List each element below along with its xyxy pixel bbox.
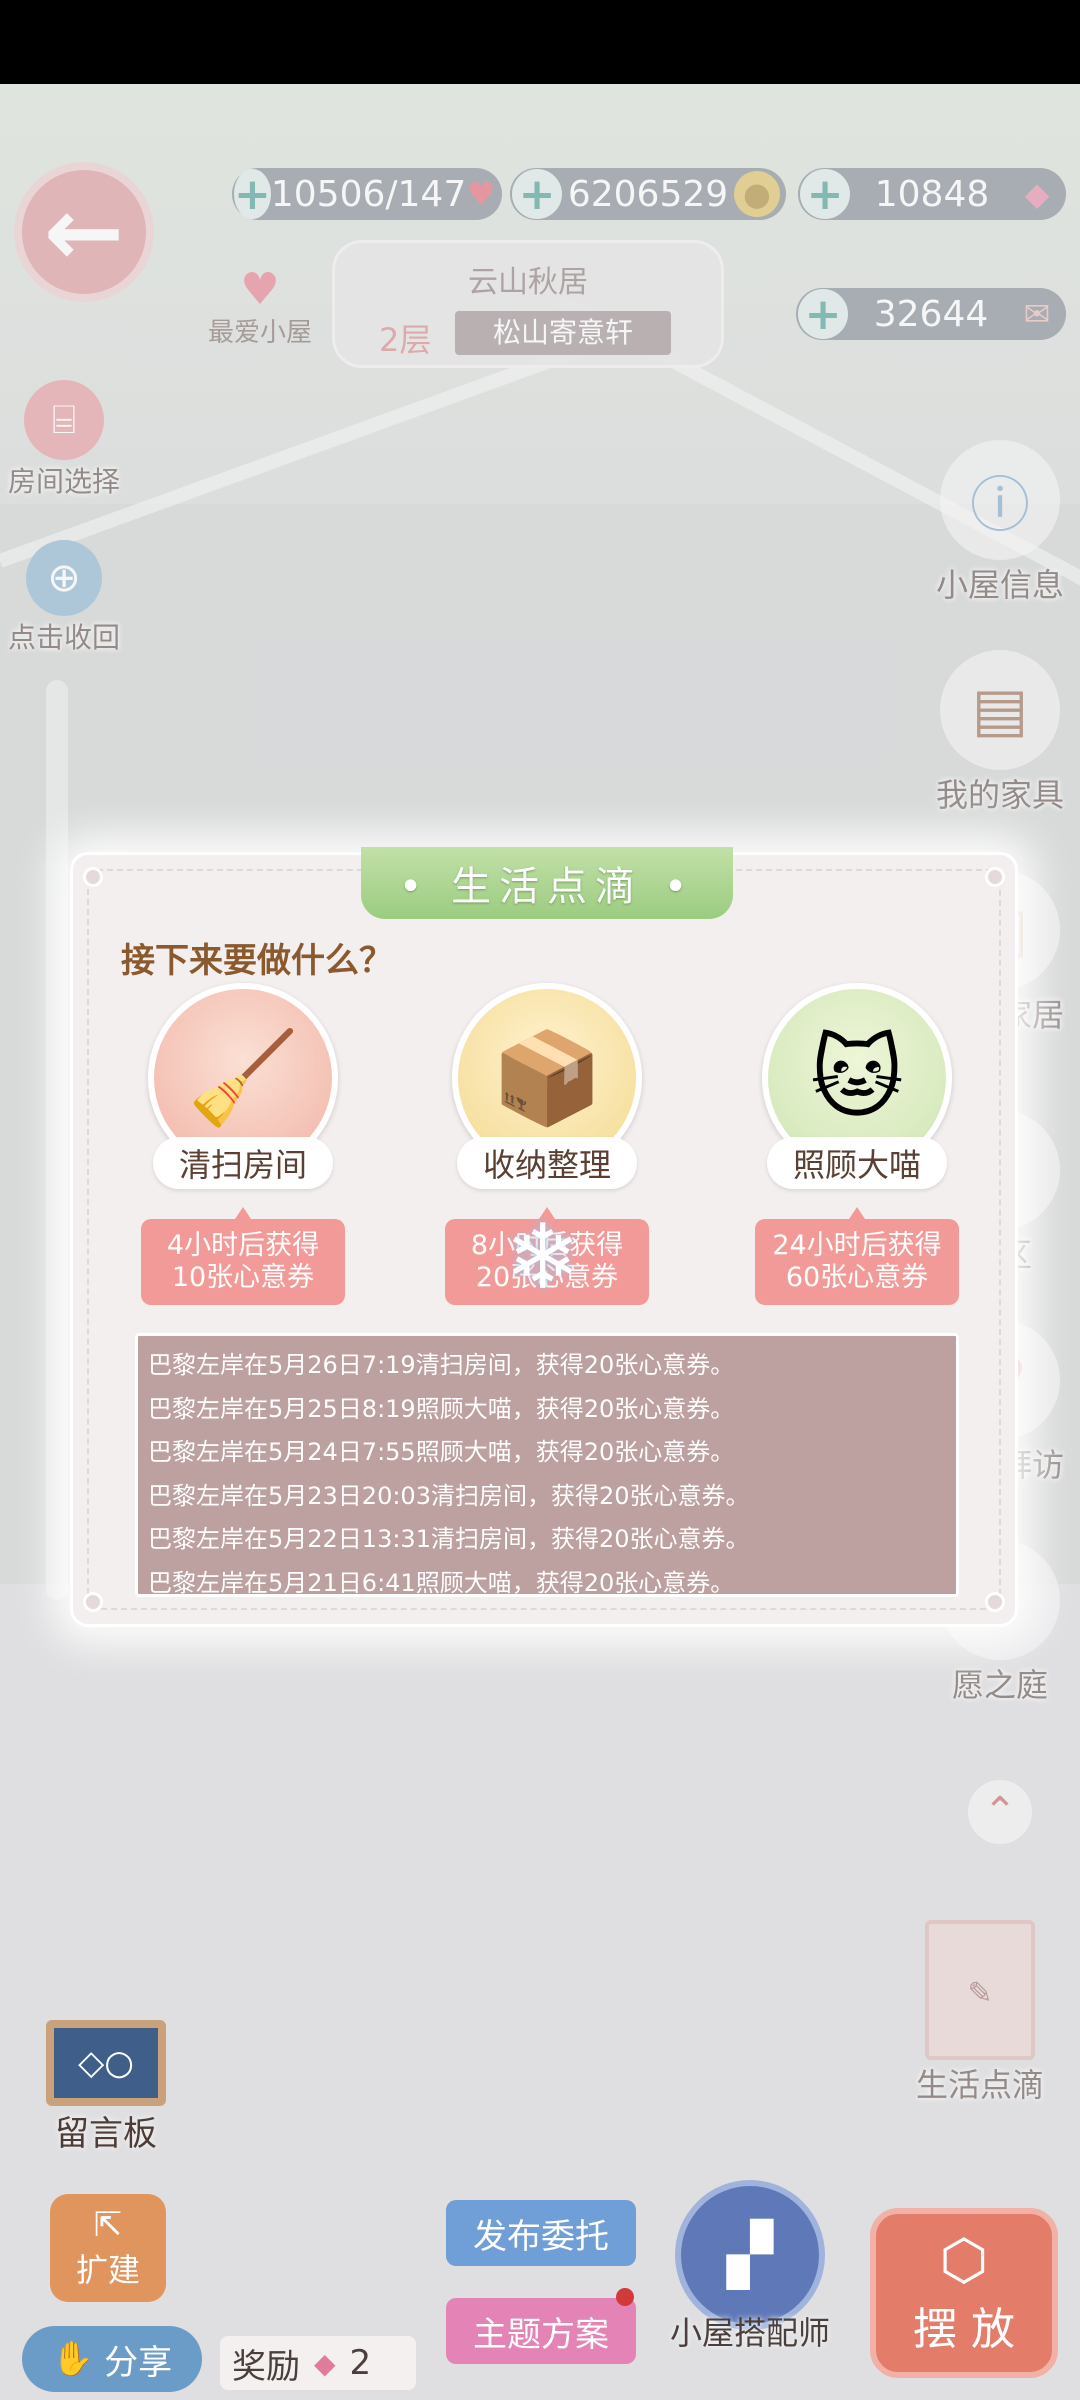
activity-name: 清扫房间 <box>153 1137 333 1189</box>
log-entry: 巴黎左岸在5月24日7:55照顾大喵，获得20张心意券。 <box>148 1438 735 1466</box>
reward-time: 24小时后获得 <box>772 1230 942 1261</box>
activity-log[interactable]: 巴黎左岸在5月26日7:19清扫房间，获得20张心意券。 巴黎左岸在5月25日8… <box>135 1333 959 1597</box>
notification-dot <box>616 2288 634 2306</box>
reward-counter[interactable]: 奖励 ◆ 2 <box>220 2336 416 2390</box>
log-entry: 巴黎左岸在5月25日8:19照顾大喵，获得20张心意券。 <box>148 1394 735 1423</box>
diamond-icon: ◆ <box>314 2346 336 2380</box>
corner-stud-icon <box>83 1592 103 1612</box>
reward-count: 2 <box>349 2343 372 2383</box>
reward-amount: 60张心意券 <box>785 1262 929 1293</box>
corner-stud-icon <box>83 867 103 887</box>
activity-name: 收纳整理 <box>457 1137 637 1189</box>
expand-arrow-icon: ⇱ <box>93 2205 123 2245</box>
corner-stud-icon <box>985 1592 1005 1612</box>
expand-button[interactable]: ⇱ 扩建 <box>50 2194 166 2302</box>
activity-reward: 4小时后获得 10张心意券 <box>141 1207 345 1305</box>
log-entry: 巴黎左岸在5月23日20:03清扫房间，获得20张心意券。 <box>148 1481 750 1510</box>
place-button[interactable]: ⬡ 摆 放 <box>870 2208 1058 2378</box>
cube-icon: ⬡ <box>939 2228 989 2293</box>
log-entry: 巴黎左岸在5月22日13:31清扫房间，获得20张心意券。 <box>148 1525 750 1553</box>
share-label: 分享 <box>104 2342 173 2383</box>
theme-plan-button[interactable]: 主题方案 <box>446 2298 636 2364</box>
dialog-question: 接下来要做什么？ <box>121 941 393 981</box>
message-board-button[interactable]: ◇○ 留言板 <box>36 2020 176 2155</box>
log-entry: 巴黎左岸在5月21日6:41照顾大喵，获得20张心意券。 <box>148 1568 735 1597</box>
corner-stud-icon <box>985 867 1005 887</box>
publish-label: 发布委托 <box>473 2216 609 2257</box>
activity-care-cat[interactable]: 🐱 照顾大喵 24小时后获得 60张心意券 <box>747 983 967 1305</box>
activity-clean-room[interactable]: 🧹 清扫房间 4小时后获得 10张心意券 <box>133 983 353 1305</box>
place-label: 摆 放 <box>913 2304 1015 2355</box>
share-hand-icon: ✋ <box>51 2339 95 2379</box>
publish-request-button[interactable]: 发布委托 <box>446 2200 636 2266</box>
snowflake-icon: ❄ <box>505 1205 581 1310</box>
reward-time: 4小时后获得 <box>166 1230 320 1261</box>
log-entry: 巴黎左岸在5月26日7:19清扫房间，获得20张心意券。 <box>148 1351 735 1379</box>
house-matcher-label: 小屋搭配师 <box>669 2314 830 2352</box>
chalkboard-icon: ◇○ <box>46 2020 166 2106</box>
share-button[interactable]: ✋ 分享 <box>22 2326 202 2392</box>
activity-reward: 24小时后获得 60张心意券 <box>755 1207 959 1305</box>
house-matcher-button[interactable]: ▞ 小屋搭配师 <box>650 2180 850 2354</box>
dialog-title: • 生活点滴 • <box>361 847 733 919</box>
reward-amount: 10张心意券 <box>171 1262 315 1293</box>
status-bar <box>0 0 1080 84</box>
theme-label: 主题方案 <box>473 2314 609 2355</box>
message-board-label: 留言板 <box>55 2114 157 2154</box>
activity-name: 照顾大喵 <box>767 1137 947 1189</box>
reward-label: 奖励 <box>232 2346 300 2387</box>
expand-label: 扩建 <box>75 2251 140 2289</box>
